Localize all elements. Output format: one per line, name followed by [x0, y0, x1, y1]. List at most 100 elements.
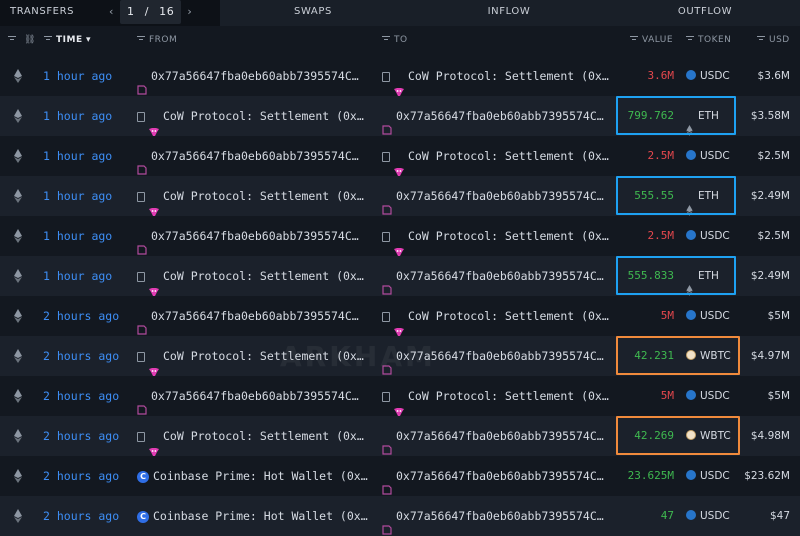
to-entity-label: CoW Protocol: Settlement (0x…	[408, 229, 609, 243]
tab-swaps[interactable]: SWAPS	[220, 0, 406, 26]
to-entity[interactable]: CoW Protocol: Settlement (0x…	[382, 296, 612, 336]
table-row[interactable]: 1 hour ago 0x77a56647fba0eb60abb7395574C……	[0, 136, 800, 176]
to-entity[interactable]: 0x77a56647fba0eb60abb7395574C…	[382, 96, 612, 136]
contract-icon	[137, 272, 145, 282]
from-entity[interactable]: C Coinbase Prime: Hot Wallet (0x…	[137, 456, 369, 496]
token-link[interactable]: USDC	[686, 296, 730, 336]
to-entity[interactable]: 0x77a56647fba0eb60abb7395574C…	[382, 176, 612, 216]
from-entity[interactable]: 0x77a56647fba0eb60abb7395574C…	[137, 376, 369, 416]
highlight-box	[616, 336, 740, 375]
cow-protocol-icon	[149, 193, 159, 216]
column-time[interactable]: TIME ▾	[44, 35, 91, 45]
filter-icon	[757, 36, 765, 43]
to-entity[interactable]: CoW Protocol: Settlement (0x…	[382, 56, 612, 96]
token-link[interactable]: USDC	[686, 376, 730, 416]
tab-transfers[interactable]: TRANSFERS ‹ 1 / 16 ›	[0, 0, 220, 26]
usd-value: $47	[769, 510, 790, 522]
tab-swaps-label: SWAPS	[294, 6, 332, 17]
contract-icon	[382, 392, 390, 402]
from-entity[interactable]: 0x77a56647fba0eb60abb7395574C…	[137, 56, 369, 96]
wallet-icon	[382, 472, 392, 495]
to-entity[interactable]: CoW Protocol: Settlement (0x…	[382, 216, 612, 256]
table-row[interactable]: 1 hour ago 0x77a56647fba0eb60abb7395574C……	[0, 216, 800, 256]
highlight-box	[616, 96, 736, 135]
table-row[interactable]: 2 hours ago 0x77a56647fba0eb60abb7395574C…	[0, 376, 800, 416]
value-amount: 3.6M	[647, 69, 675, 82]
filter-icon	[137, 36, 145, 43]
to-entity[interactable]: CoW Protocol: Settlement (0x…	[382, 376, 612, 416]
highlight-box	[616, 416, 740, 455]
column-value[interactable]: VALUE	[630, 35, 673, 45]
value-amount: 47	[660, 509, 674, 522]
token-link[interactable]: USDC	[686, 56, 730, 96]
from-entity-label: CoW Protocol: Settlement (0x…	[163, 269, 364, 283]
to-entity[interactable]: 0x77a56647fba0eb60abb7395574C…	[382, 456, 612, 496]
filter-icon[interactable]	[8, 35, 20, 45]
to-entity[interactable]: CoW Protocol: Settlement (0x…	[382, 136, 612, 176]
filter-icon	[686, 36, 694, 43]
column-from-label: FROM	[149, 35, 178, 45]
tab-inflow[interactable]: INFLOW	[416, 0, 602, 26]
cow-protocol-icon	[394, 393, 404, 416]
time-link[interactable]: 2 hours ago	[43, 456, 119, 496]
time-link[interactable]: 1 hour ago	[43, 176, 112, 216]
token-link[interactable]: USDC	[686, 136, 730, 176]
tab-outflow[interactable]: OUTFLOW	[612, 0, 798, 26]
chevron-right-icon[interactable]: ›	[187, 5, 192, 18]
page-indicator: 1 / 16	[120, 0, 182, 24]
column-usd[interactable]: USD	[757, 35, 790, 45]
usdc-token-icon	[686, 70, 696, 80]
time-link[interactable]: 2 hours ago	[43, 376, 119, 416]
from-entity[interactable]: 0x77a56647fba0eb60abb7395574C…	[137, 216, 369, 256]
coinbase-icon: C	[137, 511, 149, 523]
ethereum-chain-icon	[14, 349, 22, 363]
contract-icon	[382, 232, 390, 242]
from-entity[interactable]: CoW Protocol: Settlement (0x…	[137, 416, 369, 456]
coinbase-icon: C	[137, 471, 149, 483]
link-icon[interactable]: ⛓	[24, 35, 36, 45]
cow-protocol-icon	[149, 353, 159, 376]
time-link[interactable]: 2 hours ago	[43, 416, 119, 456]
from-entity[interactable]: 0x77a56647fba0eb60abb7395574C…	[137, 136, 369, 176]
table-row[interactable]: 2 hours ago 0x77a56647fba0eb60abb7395574C…	[0, 296, 800, 336]
usd-value: $4.98M	[750, 430, 790, 442]
token-link[interactable]: USDC	[686, 456, 730, 496]
from-entity[interactable]: CoW Protocol: Settlement (0x…	[137, 256, 369, 296]
time-link[interactable]: 1 hour ago	[43, 56, 112, 96]
column-time-label: TIME	[56, 35, 83, 45]
token-link[interactable]: USDC	[686, 216, 730, 256]
time-link[interactable]: 1 hour ago	[43, 256, 112, 296]
chevron-left-icon[interactable]: ‹	[109, 5, 114, 18]
token-symbol: USDC	[700, 70, 730, 82]
table-row[interactable]: 2 hours ago C Coinbase Prime: Hot Wallet (…	[0, 456, 800, 496]
time-link[interactable]: 1 hour ago	[43, 216, 112, 256]
to-entity-label: 0x77a56647fba0eb60abb7395574C…	[396, 429, 604, 443]
from-entity[interactable]: CoW Protocol: Settlement (0x…	[137, 96, 369, 136]
from-entity[interactable]: 0x77a56647fba0eb60abb7395574C…	[137, 296, 369, 336]
filter-icon	[44, 36, 52, 43]
contract-icon	[382, 72, 390, 82]
wallet-icon	[137, 152, 147, 175]
column-from[interactable]: FROM	[137, 35, 177, 45]
to-entity[interactable]: 0x77a56647fba0eb60abb7395574C…	[382, 256, 612, 296]
from-entity-label: CoW Protocol: Settlement (0x…	[163, 109, 364, 123]
cow-protocol-icon	[394, 313, 404, 336]
to-entity[interactable]: 0x77a56647fba0eb60abb7395574C…	[382, 496, 612, 536]
table-row[interactable]: 1 hour ago 0x77a56647fba0eb60abb7395574C……	[0, 56, 800, 96]
token-link[interactable]: USDC	[686, 496, 730, 536]
time-link[interactable]: 2 hours ago	[43, 496, 119, 536]
time-link[interactable]: 1 hour ago	[43, 136, 112, 176]
from-entity[interactable]: C Coinbase Prime: Hot Wallet (0x…	[137, 496, 369, 536]
to-entity[interactable]: 0x77a56647fba0eb60abb7395574C…	[382, 416, 612, 456]
cow-protocol-icon	[149, 113, 159, 136]
from-entity[interactable]: CoW Protocol: Settlement (0x…	[137, 176, 369, 216]
table-row[interactable]: 2 hours ago C Coinbase Prime: Hot Wallet (…	[0, 496, 800, 536]
column-to[interactable]: TO	[382, 35, 408, 45]
wallet-icon	[137, 232, 147, 255]
usd-value: $3.58M	[750, 110, 790, 122]
token-symbol: USDC	[700, 150, 730, 162]
time-link[interactable]: 1 hour ago	[43, 96, 112, 136]
time-link[interactable]: 2 hours ago	[43, 296, 119, 336]
column-token[interactable]: TOKEN	[686, 35, 731, 45]
time-link[interactable]: 2 hours ago	[43, 336, 119, 376]
